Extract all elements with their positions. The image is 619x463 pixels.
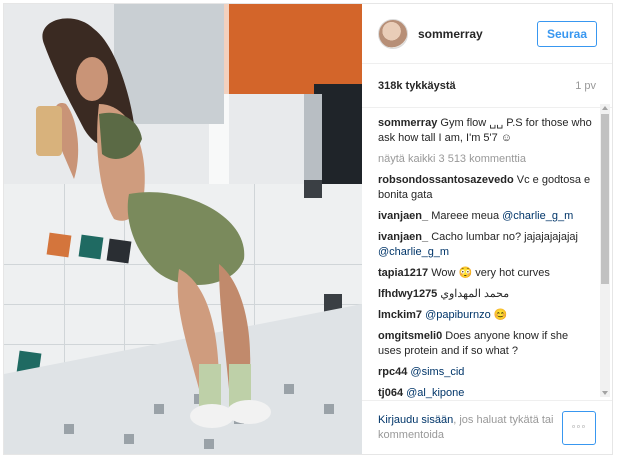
comment-user[interactable]: lfhdwy1275 [378, 288, 437, 300]
comment-user[interactable]: ivanjaen_ [378, 231, 428, 243]
comment-user[interactable]: lmckim7 [378, 309, 422, 321]
comment-mention[interactable]: @charlie_g_m [502, 210, 573, 222]
comments-scrollbar[interactable] [600, 104, 610, 397]
photo-illustration [4, 4, 362, 454]
comments-list[interactable]: sommerray Gym flow ␣␣ P.S for those who … [362, 108, 612, 400]
post-modal: sommerray Seuraa 318k tykkäystä 1 pv som… [3, 3, 613, 455]
post-sidebar: sommerray Seuraa 318k tykkäystä 1 pv som… [362, 4, 612, 454]
comment-item: rpc44 @sims_cid [378, 365, 594, 380]
comment-item: ivanjaen_ Cacho lumbar no? jajajajajajaj… [378, 230, 594, 260]
comment-mention[interactable]: @sims_cid [410, 366, 464, 378]
scroll-thumb[interactable] [601, 114, 609, 284]
comment-mention[interactable]: @papiburnzo 😊 [425, 309, 507, 321]
comment-user[interactable]: tj064 [378, 387, 403, 399]
avatar[interactable] [378, 18, 408, 49]
comment-item: lfhdwy1275 محمد المهداوي [378, 287, 594, 302]
comment-text: محمد المهداوي [440, 288, 510, 300]
comment-text: Mareee meua [431, 210, 500, 222]
scroll-up-icon[interactable] [602, 106, 608, 110]
comment-user[interactable]: rpc44 [378, 366, 407, 378]
likes-count[interactable]: 318k tykkäystä [378, 80, 575, 92]
post-stats: 318k tykkäystä 1 pv [362, 64, 612, 108]
comment-item: tapia1217 Wow 😳 very hot curves [378, 266, 594, 281]
username-link[interactable]: sommerray [418, 27, 537, 41]
more-options-button[interactable]: ◦◦◦ [562, 410, 596, 445]
comment-item: omgitsmeli0 Does anyone know if she uses… [378, 329, 594, 359]
comment-item: robsondossantosazevedo Vc e godtosa e bo… [378, 173, 594, 203]
login-link[interactable]: Kirjaudu sisään [378, 414, 453, 426]
comment-user[interactable]: ivanjaen_ [378, 210, 428, 222]
comment-item: lmckim7 @papiburnzo 😊 [378, 308, 594, 323]
login-prompt: Kirjaudu sisään, jos haluat tykätä tai k… [378, 413, 562, 443]
caption: sommerray Gym flow ␣␣ P.S for those who … [378, 116, 594, 146]
comment-user[interactable]: tapia1217 [378, 267, 428, 279]
load-more-comments[interactable]: näytä kaikki 3 513 kommenttia [378, 152, 594, 167]
comment-text: Wow 😳 very hot curves [431, 267, 550, 279]
scroll-down-icon[interactable] [602, 391, 608, 395]
post-header: sommerray Seuraa [362, 4, 612, 64]
follow-button[interactable]: Seuraa [536, 20, 597, 47]
comment-mention[interactable]: @al_kipone [406, 387, 464, 399]
post-photo[interactable] [4, 4, 362, 454]
caption-user[interactable]: sommerray [378, 117, 437, 129]
comment-user[interactable]: omgitsmeli0 [378, 330, 442, 342]
comment-item: tj064 @al_kipone [378, 386, 594, 400]
comment-mention[interactable]: @charlie_g_m [378, 246, 449, 258]
comment-text: Cacho lumbar no? jajajajajajaj [431, 231, 578, 243]
post-time[interactable]: 1 pv [575, 80, 596, 92]
comment-item: ivanjaen_ Mareee meua @charlie_g_m [378, 209, 594, 224]
comment-user[interactable]: robsondossantosazevedo [378, 174, 514, 186]
post-footer: Kirjaudu sisään, jos haluat tykätä tai k… [362, 400, 612, 454]
